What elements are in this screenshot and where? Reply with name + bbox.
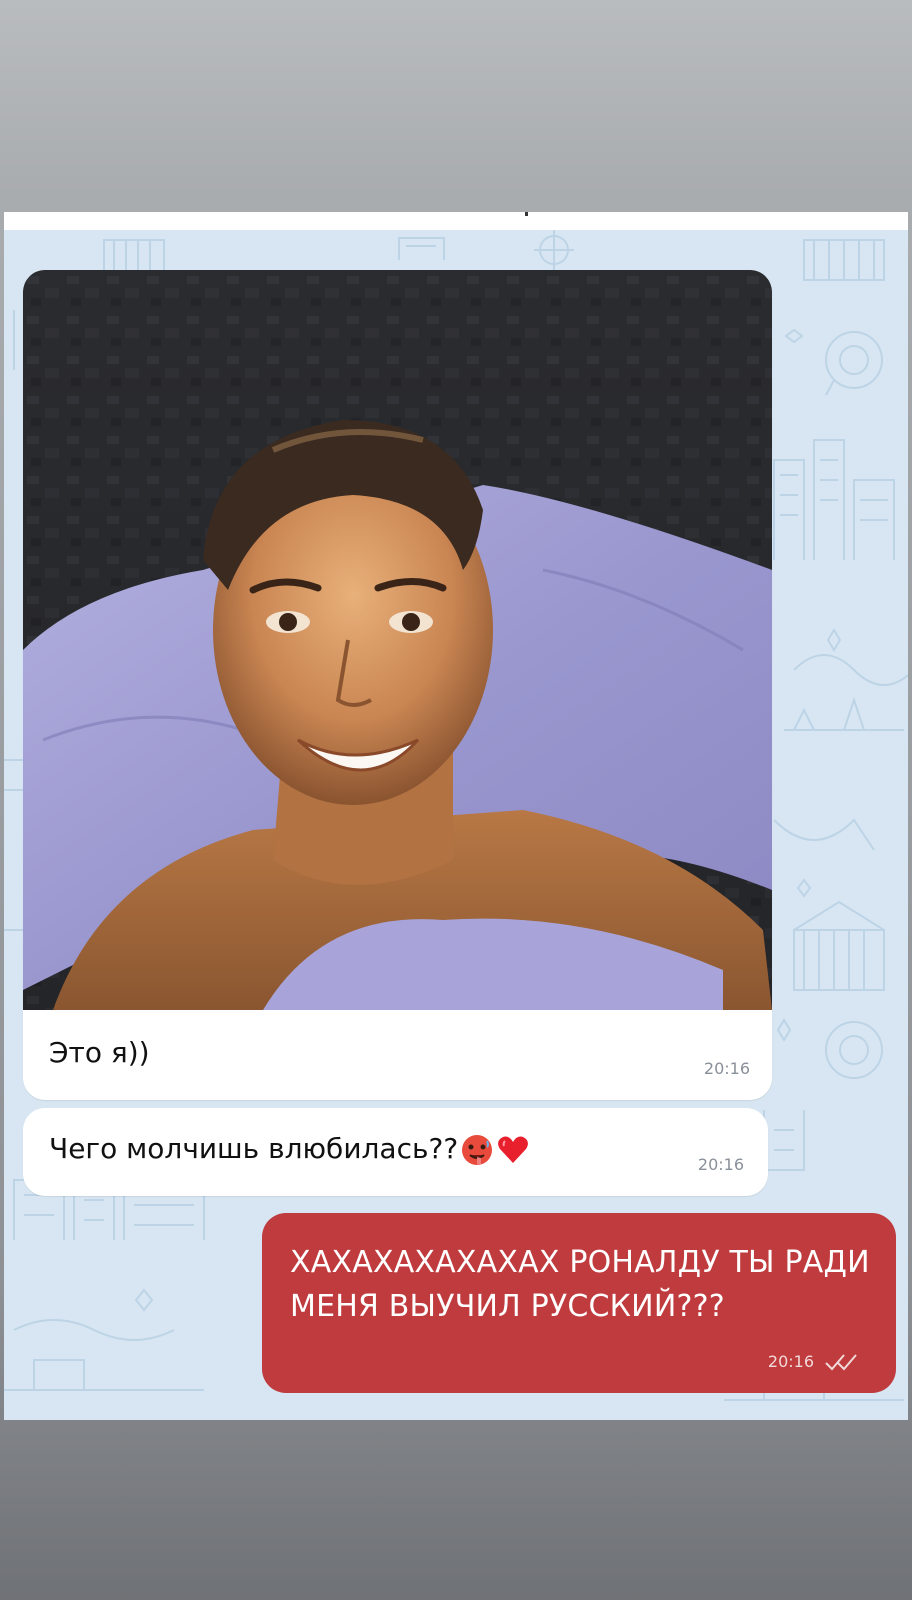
outgoing-text-message[interactable]: ХАХАХАХАХАХАХ РОНАЛДУ ТЫ РАДИ МЕНЯ ВЫУЧИ… — [262, 1213, 896, 1393]
message-text-row: Чего молчишь влюбилась?? — [49, 1132, 530, 1167]
photo-caption: Это я)) — [49, 1036, 150, 1069]
status-bar-dot — [525, 212, 528, 216]
incoming-photo-message[interactable]: Это я)) 20:16 — [23, 270, 772, 1100]
read-checkmarks-icon — [825, 1354, 857, 1371]
photo-caption-row: Это я)) 20:16 — [23, 1010, 772, 1100]
message-text: ХАХАХАХАХАХАХ РОНАЛДУ ТЫ РАДИ МЕНЯ ВЫУЧИ… — [290, 1245, 870, 1324]
incoming-text-message[interactable]: Чего молчишь влюбилась?? 20:16 — [23, 1108, 768, 1196]
chat-screenshot: Это я)) 20:16 Чего молчишь влюбилась?? 2… — [4, 212, 908, 1420]
message-text: Чего молчишь влюбилась?? — [49, 1132, 459, 1165]
message-time: 20:16 — [703, 1059, 750, 1078]
red-heart-emoji — [496, 1133, 530, 1167]
selfie-photo[interactable] — [23, 270, 772, 1010]
message-time: 20:16 — [697, 1155, 744, 1174]
hot-face-emoji — [460, 1133, 494, 1167]
photo-illustration — [23, 270, 772, 1010]
chat-area[interactable]: Это я)) 20:16 Чего молчишь влюбилась?? 2… — [4, 230, 908, 1420]
message-time: 20:16 — [767, 1352, 814, 1371]
